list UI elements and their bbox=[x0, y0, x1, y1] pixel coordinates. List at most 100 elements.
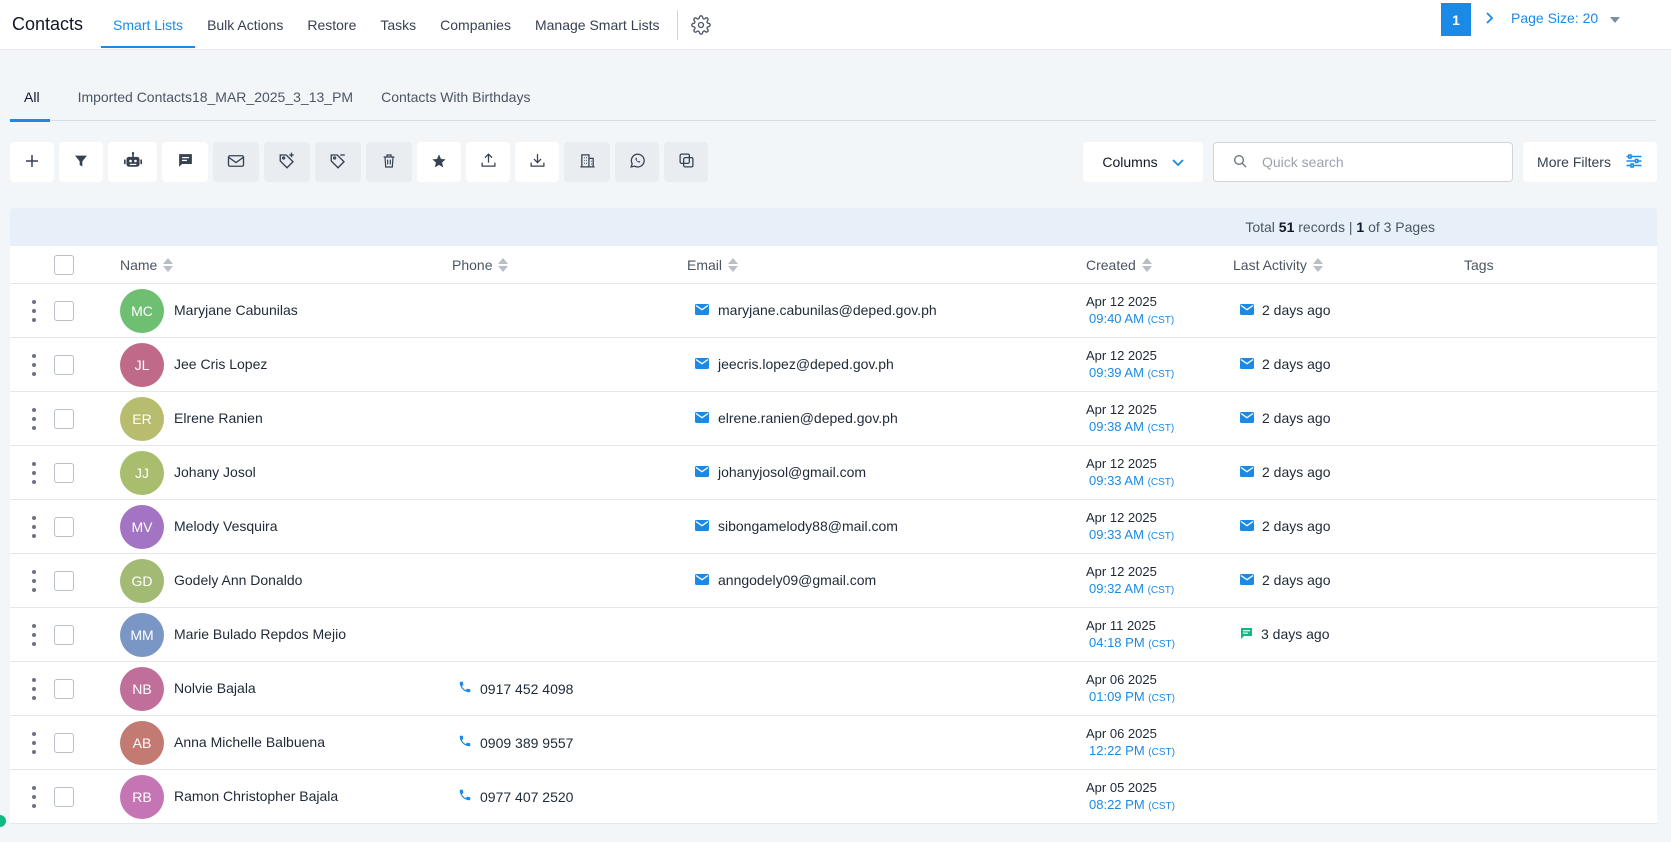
drag-handle-icon[interactable] bbox=[31, 624, 37, 646]
workflow-button[interactable] bbox=[108, 142, 157, 182]
page-1-button[interactable]: 1 bbox=[1441, 3, 1471, 36]
drag-handle-icon[interactable] bbox=[31, 678, 37, 700]
row-checkbox[interactable] bbox=[54, 679, 74, 699]
row-checkbox[interactable] bbox=[54, 301, 74, 321]
row-checkbox[interactable] bbox=[54, 787, 74, 807]
contact-name[interactable]: Godely Ann Donaldo bbox=[174, 572, 302, 588]
mail-icon bbox=[695, 464, 709, 480]
chevron-down-icon bbox=[1171, 154, 1184, 170]
delete-button[interactable] bbox=[366, 142, 412, 182]
contact-name[interactable]: Marie Bulado Repdos Mejio bbox=[174, 626, 346, 642]
subtab-imported-contacts[interactable]: Imported Contacts18_MAR_2025_3_13_PM bbox=[64, 72, 368, 121]
send-sms-button[interactable] bbox=[162, 142, 208, 182]
tab-bulk-actions[interactable]: Bulk Actions bbox=[195, 0, 295, 50]
drag-handle-icon[interactable] bbox=[31, 408, 37, 430]
row-checkbox[interactable] bbox=[54, 409, 74, 429]
mail-icon bbox=[1240, 410, 1254, 426]
table-row[interactable]: MM Marie Bulado Repdos Mejio Apr 11 2025 04… bbox=[10, 608, 1657, 662]
tab-tasks[interactable]: Tasks bbox=[368, 0, 428, 50]
created-date: Apr 05 2025 08:22 PM (CST) bbox=[1086, 780, 1175, 812]
row-checkbox[interactable] bbox=[54, 625, 74, 645]
row-checkbox[interactable] bbox=[54, 571, 74, 591]
top-nav: Contacts Smart Lists Bulk Actions Restor… bbox=[0, 0, 1671, 50]
row-checkbox[interactable] bbox=[54, 517, 74, 537]
column-name[interactable]: Name bbox=[120, 246, 174, 284]
column-last-activity[interactable]: Last Activity bbox=[1233, 246, 1323, 284]
table-row[interactable]: AB Anna Michelle Balbuena 0909 389 9557 Apr… bbox=[10, 716, 1657, 770]
more-filters-button[interactable]: More Filters bbox=[1523, 142, 1657, 182]
table-row[interactable]: MV Melody Vesquira sibongamelody88@mail.co… bbox=[10, 500, 1657, 554]
contact-email[interactable]: jeecris.lopez@deped.gov.ph bbox=[695, 356, 894, 372]
contact-name[interactable]: Nolvie Bajala bbox=[174, 680, 256, 696]
table-row[interactable]: MC Maryjane Cabunilas maryjane.cabunilas@d… bbox=[10, 284, 1657, 338]
row-checkbox[interactable] bbox=[54, 355, 74, 375]
import-button[interactable] bbox=[515, 142, 559, 182]
filter-button[interactable] bbox=[59, 142, 103, 182]
remove-tag-button[interactable] bbox=[315, 142, 361, 182]
drag-handle-icon[interactable] bbox=[31, 462, 37, 484]
contact-phone[interactable]: 0917 452 4098 bbox=[458, 680, 573, 697]
add-tag-button[interactable] bbox=[264, 142, 310, 182]
drag-handle-icon[interactable] bbox=[31, 732, 37, 754]
filter-icon bbox=[73, 153, 89, 172]
drag-handle-icon[interactable] bbox=[31, 300, 37, 322]
contact-name[interactable]: Elrene Ranien bbox=[174, 410, 263, 426]
gear-icon[interactable] bbox=[690, 14, 712, 36]
subtab-all[interactable]: All bbox=[10, 72, 64, 122]
drag-handle-icon[interactable] bbox=[31, 786, 37, 808]
table-row[interactable]: RB Ramon Christopher Bajala 0977 407 2520 A… bbox=[10, 770, 1657, 824]
contact-name[interactable]: Ramon Christopher Bajala bbox=[174, 788, 338, 804]
row-checkbox[interactable] bbox=[54, 463, 74, 483]
row-checkbox[interactable] bbox=[54, 733, 74, 753]
next-page-button[interactable] bbox=[1480, 9, 1500, 29]
chat-icon bbox=[177, 152, 194, 172]
last-activity: 2 days ago bbox=[1240, 464, 1331, 480]
drag-handle-icon[interactable] bbox=[31, 354, 37, 376]
tab-restore[interactable]: Restore bbox=[295, 0, 368, 50]
columns-button[interactable]: Columns bbox=[1083, 142, 1203, 182]
drag-handle-icon[interactable] bbox=[31, 516, 37, 538]
drag-handle-icon[interactable] bbox=[31, 570, 37, 592]
contact-name[interactable]: Jee Cris Lopez bbox=[174, 356, 267, 372]
created-date: Apr 12 2025 09:32 AM (CST) bbox=[1086, 564, 1175, 596]
contact-phone[interactable]: 0909 389 9557 bbox=[458, 734, 573, 751]
contact-phone[interactable]: 0977 407 2520 bbox=[458, 788, 573, 805]
table-row[interactable]: NB Nolvie Bajala 0917 452 4098 Apr 06 2025 0… bbox=[10, 662, 1657, 716]
export-button[interactable] bbox=[466, 142, 510, 182]
tab-companies[interactable]: Companies bbox=[428, 0, 523, 50]
contact-name[interactable]: Johany Josol bbox=[174, 464, 256, 480]
table-row[interactable]: JL Jee Cris Lopez jeecris.lopez@deped.gov.… bbox=[10, 338, 1657, 392]
column-created[interactable]: Created bbox=[1086, 246, 1152, 284]
contact-email[interactable]: anngodely09@gmail.com bbox=[695, 572, 876, 588]
contact-name[interactable]: Maryjane Cabunilas bbox=[174, 302, 298, 318]
column-phone[interactable]: Phone bbox=[452, 246, 509, 284]
subtab-contacts-with-birthdays[interactable]: Contacts With Birthdays bbox=[367, 72, 544, 121]
company-button[interactable] bbox=[564, 142, 610, 182]
tab-smart-lists[interactable]: Smart Lists bbox=[101, 0, 196, 50]
table-row[interactable]: ER Elrene Ranien elrene.ranien@deped.gov.p… bbox=[10, 392, 1657, 446]
column-email[interactable]: Email bbox=[687, 246, 739, 284]
search-input[interactable] bbox=[1262, 154, 1502, 170]
contact-email[interactable]: elrene.ranien@deped.gov.ph bbox=[695, 410, 898, 426]
table-row[interactable]: JJ Johany Josol johanyjosol@gmail.com Apr 1… bbox=[10, 446, 1657, 500]
page-size-select[interactable]: Page Size: 20 bbox=[1511, 10, 1621, 26]
select-all-checkbox[interactable] bbox=[54, 255, 74, 275]
avatar: MV bbox=[120, 505, 164, 549]
favorite-button[interactable] bbox=[417, 142, 461, 182]
contact-name[interactable]: Melody Vesquira bbox=[174, 518, 278, 534]
mail-icon bbox=[1240, 518, 1254, 534]
whatsapp-button[interactable] bbox=[615, 142, 659, 182]
contact-email[interactable]: maryjane.cabunilas@deped.gov.ph bbox=[695, 302, 937, 318]
contact-name[interactable]: Anna Michelle Balbuena bbox=[174, 734, 325, 750]
sort-icon bbox=[1141, 258, 1152, 272]
add-contact-button[interactable] bbox=[10, 142, 54, 182]
send-email-button[interactable] bbox=[213, 142, 259, 182]
avatar: GD bbox=[120, 559, 164, 603]
avatar: NB bbox=[120, 667, 164, 711]
table-row[interactable]: GD Godely Ann Donaldo anngodely09@gmail.co… bbox=[10, 554, 1657, 608]
contact-email[interactable]: sibongamelody88@mail.com bbox=[695, 518, 898, 534]
merge-duplicates-button[interactable] bbox=[664, 142, 708, 182]
quick-search bbox=[1213, 142, 1513, 182]
contact-email[interactable]: johanyjosol@gmail.com bbox=[695, 464, 866, 480]
tab-manage-smart-lists[interactable]: Manage Smart Lists bbox=[523, 0, 672, 50]
